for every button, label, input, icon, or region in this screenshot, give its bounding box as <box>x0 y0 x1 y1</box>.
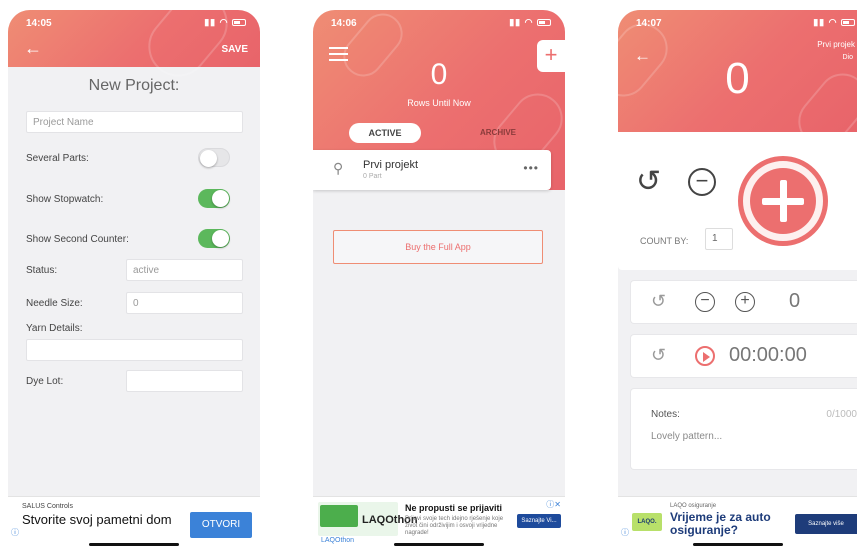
yarn-details-label: Yarn Details: <box>26 323 83 334</box>
battery-icon <box>537 19 551 27</box>
battery-icon <box>232 19 246 27</box>
decrement-button[interactable]: − <box>688 168 716 196</box>
count-by-label: COUNT BY: <box>640 236 689 246</box>
ad-cta-button[interactable]: OTVORI <box>190 512 252 538</box>
second-counter-row: ↺ − + 0 <box>630 280 857 324</box>
needle-size-field[interactable]: 0 <box>126 292 243 314</box>
back-arrow-icon[interactable]: ← <box>24 38 42 59</box>
battery-icon <box>841 19 855 27</box>
counter-screen: 14:07 ▮▮ ◠ ← Prvi projek Dio 0 ↺ − COUNT… <box>618 10 857 548</box>
status-time: 14:06 <box>331 18 357 29</box>
ad-sponsor: LAQOthon <box>321 537 355 544</box>
show-second-counter-label: Show Second Counter: <box>26 234 129 245</box>
tab-active[interactable]: ACTIVE <box>349 123 421 143</box>
project-name-input[interactable]: Project Name <box>26 111 243 133</box>
status-bar: 14:05 ▮▮ ◠ <box>8 10 260 32</box>
page-title: New Project: <box>88 77 180 94</box>
count-by-input[interactable]: 1 <box>705 228 733 250</box>
status-icons: ▮▮ ◠ <box>509 17 551 28</box>
ad-body: Prijavi svoje tech idejno rješenje koje … <box>405 516 504 536</box>
status-time: 14:05 <box>26 18 52 29</box>
dye-lot-field[interactable] <box>126 370 243 392</box>
show-stopwatch-toggle[interactable] <box>198 189 230 208</box>
main-count: 0 <box>725 54 750 103</box>
status-icons: ▮▮ ◠ <box>813 17 855 28</box>
ad-info-icon[interactable]: ⓘ <box>621 527 629 538</box>
pin-icon[interactable]: ⚲ <box>333 160 343 177</box>
ad-close-icon[interactable]: ⓘ✕ <box>546 499 561 510</box>
ad-brand: SALUS Controls <box>22 503 73 510</box>
reset-icon[interactable]: ↺ <box>651 345 666 366</box>
second-counter-value: 0 <box>789 290 801 312</box>
several-parts-toggle[interactable] <box>198 148 230 167</box>
buy-full-app-button[interactable]: Buy the Full App <box>333 230 543 264</box>
minus-icon: − <box>700 292 710 309</box>
dye-lot-label: Dye Lot: <box>26 376 64 387</box>
home-indicator <box>692 543 783 546</box>
project-list-item[interactable]: ⚲ Prvi projekt 0 Part ••• <box>313 150 551 190</box>
increment-button[interactable] <box>738 156 828 246</box>
several-parts-label: Several Parts: <box>26 153 89 164</box>
ad-brand: LAQO osiguranje <box>670 503 717 509</box>
undo-icon[interactable]: ↺ <box>636 164 661 199</box>
rows-count: 0 <box>430 58 448 91</box>
ad-headline: Stvorite svoj pametni dom <box>22 512 172 527</box>
decrement-button[interactable]: − <box>695 292 715 312</box>
minus-icon: − <box>695 168 709 193</box>
stopwatch-row: ↺ 00:00:00 <box>630 334 857 378</box>
home-indicator <box>89 543 179 546</box>
ad-logo: LAQO. <box>632 513 662 531</box>
notes-text[interactable]: Lovely pattern... <box>651 431 722 442</box>
status-label: Status: <box>26 265 58 276</box>
status-field[interactable]: active <box>126 259 243 281</box>
rows-count-label: Rows Until Now <box>407 98 471 108</box>
yarn-details-field[interactable] <box>26 339 243 361</box>
ad-cta-button[interactable]: Saznajte Vi... <box>517 514 561 528</box>
counter-card: ↺ − COUNT BY: 1 <box>618 132 857 270</box>
show-stopwatch-label: Show Stopwatch: <box>26 194 104 205</box>
ad-cta-button[interactable]: Saznajte više <box>795 514 857 534</box>
play-button[interactable] <box>695 346 715 366</box>
ad-graphic <box>320 505 358 527</box>
toggle-knob <box>212 230 229 247</box>
ad-image: LAQOthon <box>318 502 418 536</box>
toggle-knob <box>200 150 217 167</box>
toggle-knob <box>212 190 229 207</box>
needle-size-label: Needle Size: <box>26 298 83 309</box>
ad-banner[interactable]: SALUS Controls Stvorite svoj pametni dom… <box>8 496 260 548</box>
more-options-icon[interactable]: ••• <box>523 161 539 175</box>
status-bar: 14:07 ▮▮ ◠ <box>618 10 857 32</box>
undo-icon[interactable]: ↺ <box>651 291 666 312</box>
stopwatch-value: 00:00:00 <box>729 344 807 366</box>
notes-char-count: 0/1000 <box>826 409 857 420</box>
ad-banner[interactable]: LAQO. LAQO osiguranje Vrijeme je za auto… <box>618 496 857 548</box>
save-button[interactable]: SAVE <box>222 44 249 55</box>
notes-card[interactable]: Notes: 0/1000 Lovely pattern... <box>630 388 857 470</box>
project-name: Prvi projekt <box>363 159 419 171</box>
tab-archive[interactable]: ARCHIVE <box>463 123 533 143</box>
ad-info-icon[interactable]: ⓘ <box>11 527 19 538</box>
plus-icon <box>750 168 816 234</box>
show-second-counter-toggle[interactable] <box>198 229 230 248</box>
project-name: Prvi projek <box>817 40 855 49</box>
project-list-screen: 14:06 ▮▮ ◠ + 0 Rows Until Now ACTIVE ARC… <box>313 10 565 548</box>
new-project-screen: 14:05 ▮▮ ◠ ← SAVE New Project: Project N… <box>8 10 260 548</box>
status-icons: ▮▮ ◠ <box>204 17 246 28</box>
project-subtitle: 0 Part <box>363 173 382 180</box>
increment-button[interactable]: + <box>735 292 755 312</box>
plus-icon: + <box>740 292 750 309</box>
home-indicator <box>394 543 484 546</box>
status-bar: 14:06 ▮▮ ◠ <box>313 10 565 32</box>
ad-headline: Ne propusti se prijaviti <box>405 503 503 513</box>
ad-banner[interactable]: LAQOthon LAQOthon Ne propusti se prijavi… <box>313 496 565 548</box>
status-time: 14:07 <box>636 18 662 29</box>
ad-headline: Vrijeme je za auto osiguranje? <box>670 510 771 537</box>
notes-label: Notes: <box>651 409 680 420</box>
